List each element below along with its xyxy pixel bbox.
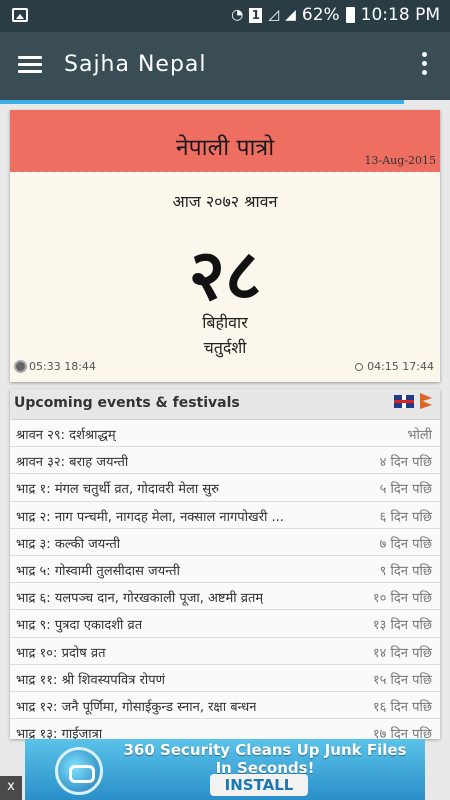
events-list: श्रावन २९: दर्शश्राद्धम् भोली श्रावन ३२: … [10,420,440,739]
app-bar: Sajha Nepal [0,32,450,104]
status-bar: ◔ 1 ◿ ◢ 62% 10:18 PM [0,0,450,32]
list-item[interactable]: भाद्र ११: श्री शिवस्यपवित्र रोपणं १५ दिन … [10,665,440,692]
day-number: २८ [188,234,262,316]
event-when: १० दिन पछि [372,591,432,607]
list-item[interactable]: भाद्र ९: पुत्रदा एकादशी व्रत १३ दिन पछि [10,610,440,638]
today-label: आज २०७२ श्रावन [172,192,278,211]
event-name: श्रावन २९: दर्शश्राद्धम् [16,428,116,443]
clock: 10:18 PM [360,5,440,25]
event-name: भाद्र ९: पुत्रदा एकादशी व्रत [16,618,143,634]
event-name: भाद्र ५: गोस्वामी तुलसीदास जयन्ती [16,563,180,579]
list-item[interactable]: भाद्र १०: प्रदोष व्रत १४ दिन पछि [10,638,440,665]
nepal-flag-icon[interactable] [420,393,434,410]
event-name: श्रावन ३२: बराह जयन्ती [16,455,129,471]
list-item[interactable]: भाद्र ६: यलपञ्च दान, गोरखकाली पूजा, अष्ट… [10,583,440,611]
ad-headline-line1: 360 Security Cleans Up Junk Files [123,741,407,759]
security-app-logo-icon [55,747,103,795]
overflow-menu-icon[interactable] [422,52,428,78]
event-name: भाद्र ३: कल्की जयन्ती [16,536,121,552]
event-name: भाद्र १: मंगल चतुर्थी व्रत, गोदावरी मेला… [16,482,219,498]
events-header: Upcoming events & festivals [10,389,440,420]
event-when: १६ दिन पछि [372,699,432,715]
ad-banner[interactable]: 360 Security Cleans Up Junk Files In Sec… [25,739,425,800]
event-name: भाद्र १०: प्रदोष व्रत [16,645,106,661]
list-item[interactable]: भाद्र ३: कल्की जयन्ती ७ दिन पछि [10,529,440,556]
list-item[interactable]: भाद्र १३: गाईजात्रा १७ दिन पछि [10,719,440,739]
uk-flag-icon[interactable] [394,395,414,408]
list-item[interactable]: श्रावन २९: दर्शश्राद्धम् भोली [10,420,440,448]
gallery-notification-icon [12,8,28,22]
english-date: 13-Aug-2015 [364,154,437,167]
app-bar-progress [0,100,404,104]
event-when: ९ दिन पछि [379,563,432,579]
list-item[interactable]: भाद्र १२: जनै पूर्णिमा, गोसाईकुन्ड स्नान… [10,692,440,720]
event-when: १३ दिन पछि [372,618,432,634]
status-icons: ◔ 1 ◿ ◢ 62% 10:18 PM [231,5,440,25]
list-item[interactable]: भाद्र १: मंगल चतुर्थी व्रत, गोदावरी मेला… [10,474,440,502]
no-signal-icon: ◿ [268,7,280,23]
signal-icon: ◢ [285,7,296,23]
event-when: ७ दिन पछि [379,536,432,552]
sunrise-sunset: 05:33 18:44 [16,360,96,373]
battery-percent: 62% [301,5,340,25]
calendar-header: नेपाली पात्रो 13-Aug-2015 [10,110,440,177]
ad-close-button[interactable]: x [0,776,22,800]
events-card: Upcoming events & festivals श्रावन २९: द… [10,389,440,739]
event-name: भाद्र १२: जनै पूर्णिमा, गोसाईकुन्ड स्नान… [16,699,257,715]
event-when: १५ दिन पछि [372,672,432,688]
list-item[interactable]: भाद्र २: नाग पन्चमी, नागदह मेला, नक्साल … [10,502,440,529]
sim-icon: 1 [249,7,263,23]
wifi-icon: ◔ [231,7,244,23]
event-name: भाद्र १३: गाईजात्रा [16,727,103,739]
moon-times: 04:15 17:44 [367,360,434,373]
tithi: चतुर्दशी [203,338,247,357]
event-when: १७ दिन पछि [372,727,432,739]
hamburger-menu-icon[interactable] [18,56,42,74]
list-item[interactable]: श्रावन ३२: बराह जयन्ती ४ दिन पछि [10,447,440,475]
event-name: भाद्र ६: यलपञ्च दान, गोरखकाली पूजा, अष्ट… [16,591,264,607]
battery-icon [345,7,355,23]
list-item[interactable]: भाद्र ५: गोस्वामी तुलसीदास जयन्ती ९ दिन प… [10,556,440,584]
sun-times: 05:33 18:44 [29,360,96,373]
install-button[interactable]: INSTALL [210,774,308,796]
event-when: ४ दिन पछि [379,455,432,471]
event-name: भाद्र २: नाग पन्चमी, नागदह मेला, नक्साल … [16,509,284,525]
event-when: भोली [407,428,432,443]
sun-icon [16,362,25,371]
app-title: Sajha Nepal [64,52,207,77]
moonrise-moonset: 04:15 17:44 [355,360,434,373]
event-when: ६ दिन पछि [379,509,432,525]
events-title: Upcoming events & festivals [14,395,240,411]
ad-headline: 360 Security Cleans Up Junk Files In Sec… [115,741,415,777]
moon-icon [355,362,364,371]
event-when: १४ दिन पछि [372,645,432,661]
event-name: भाद्र ११: श्री शिवस्यपवित्र रोपणं [16,672,166,688]
weekday: बिहीवार [202,313,248,332]
event-when: ५ दिन पछि [379,482,432,498]
calendar-card[interactable]: नेपाली पात्रो 13-Aug-2015 आज २०७२ श्रावन… [10,110,440,382]
